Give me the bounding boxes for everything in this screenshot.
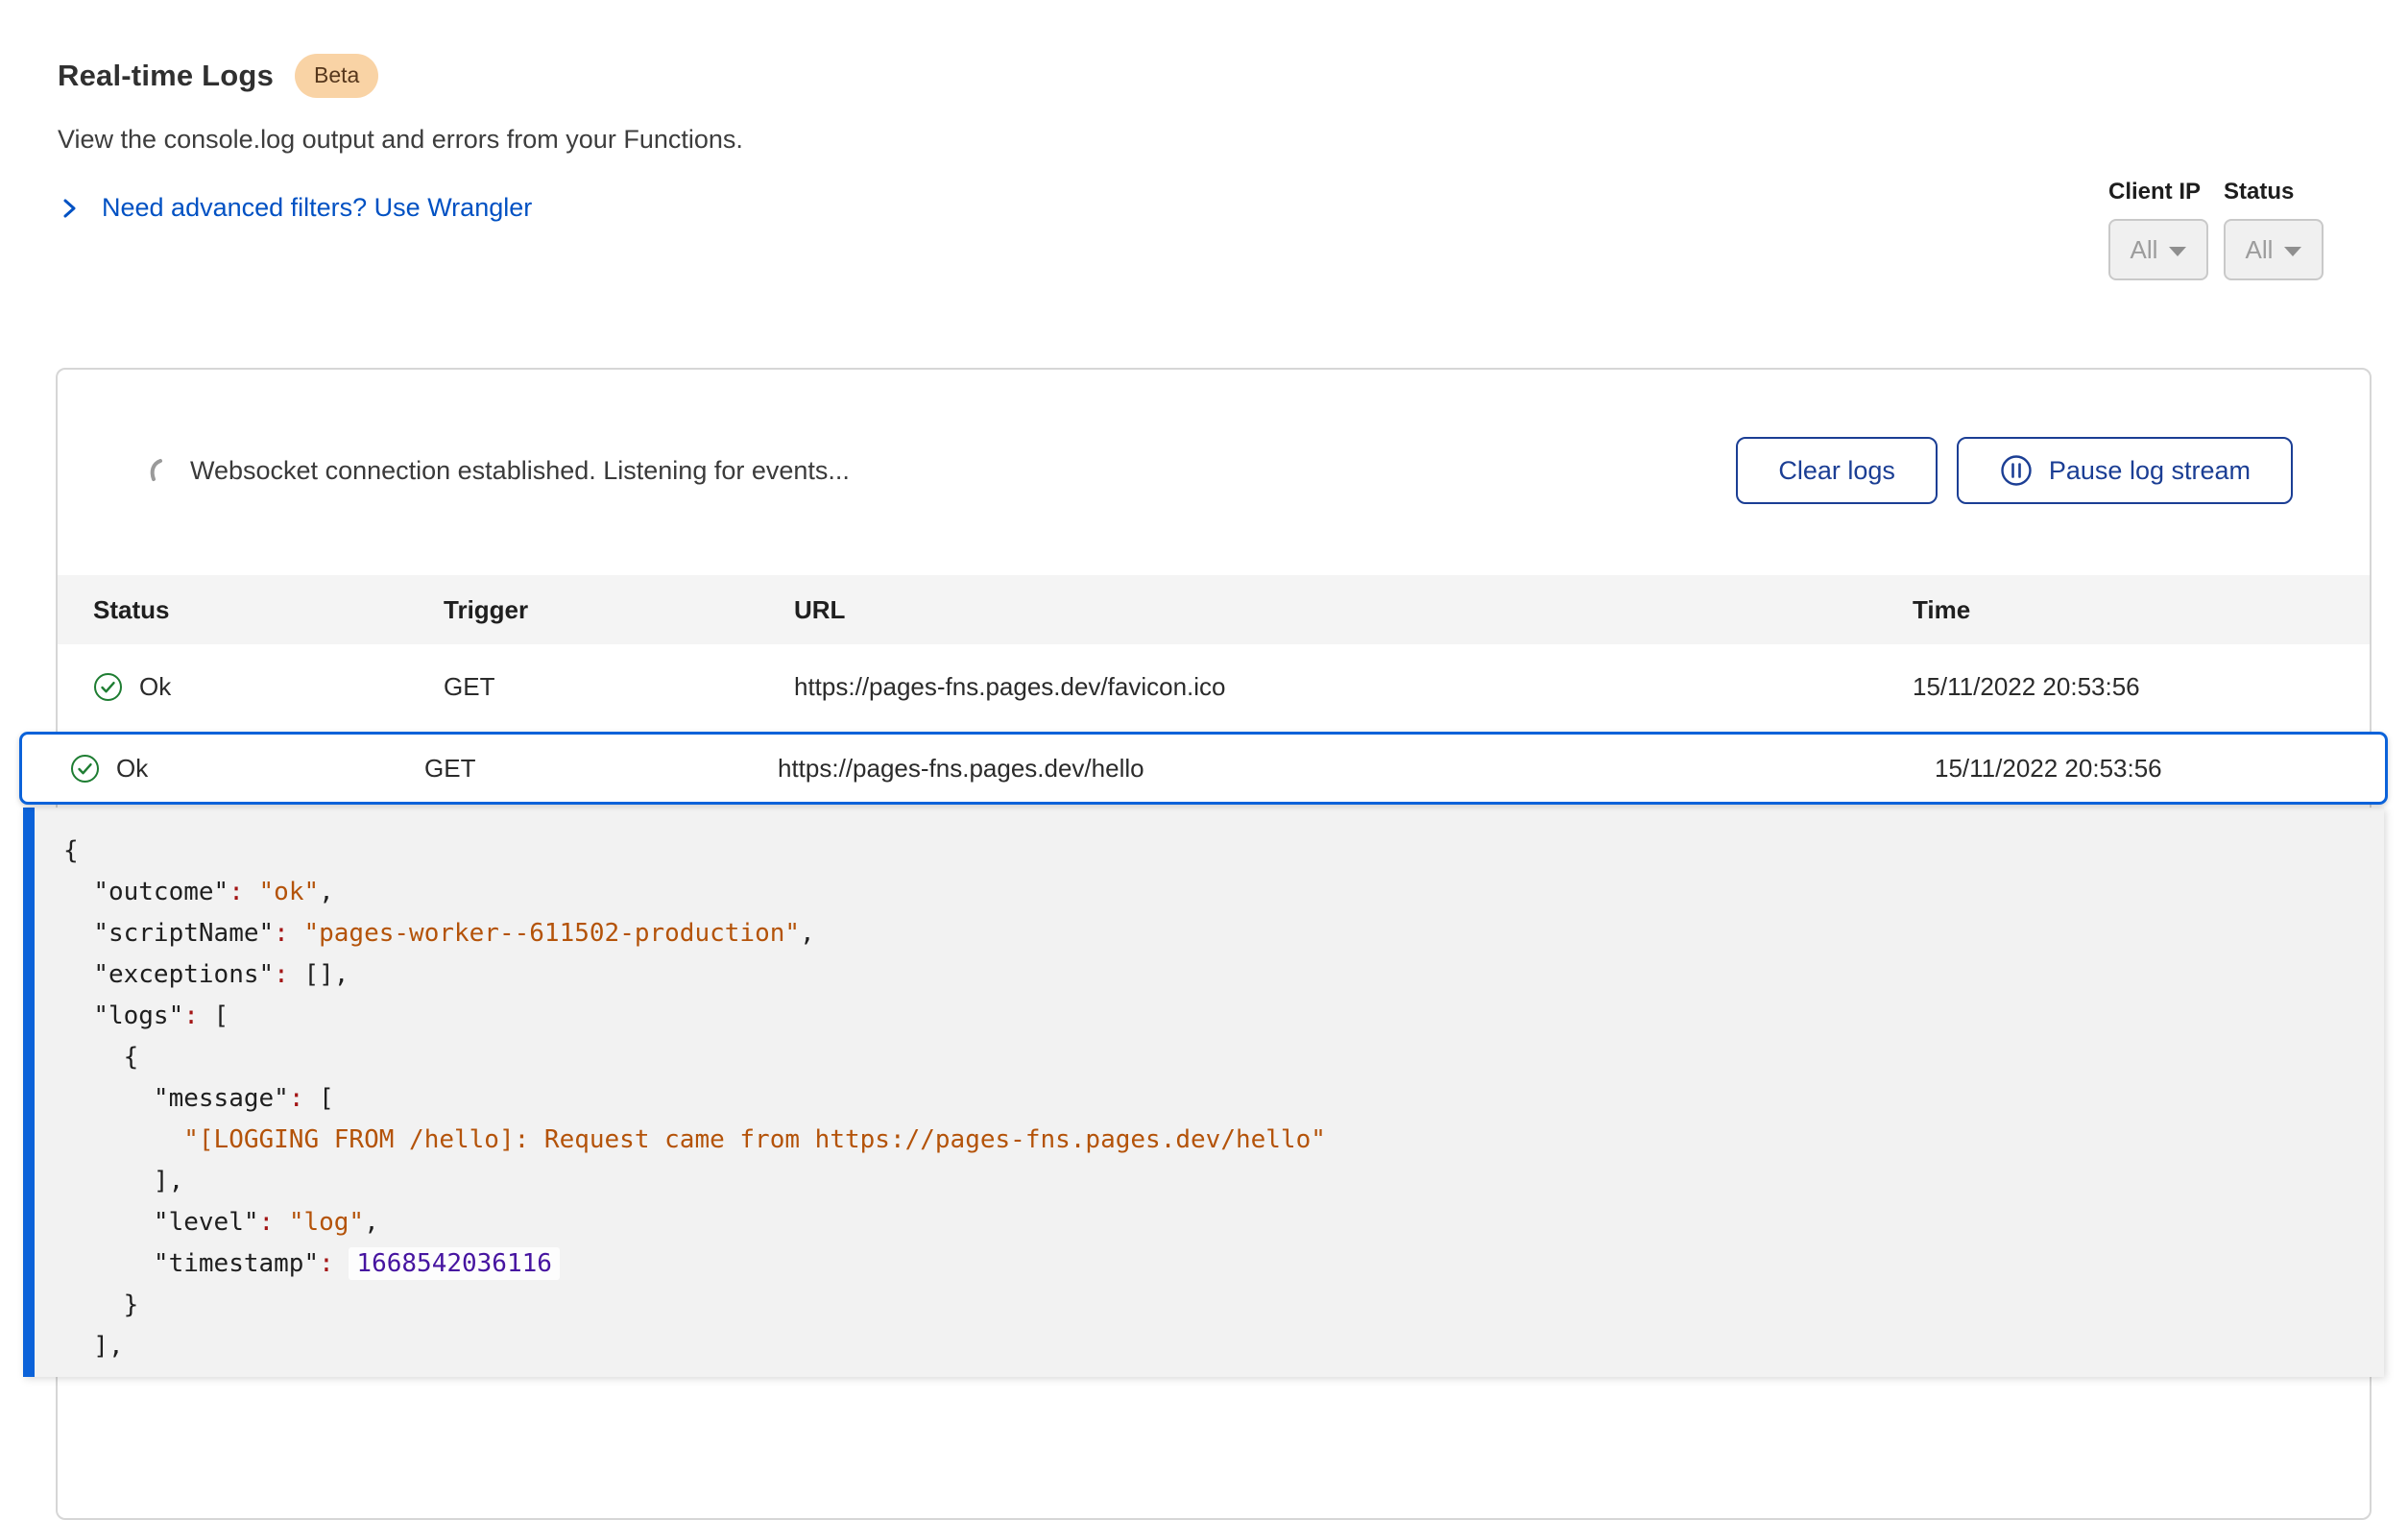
log-json: { "outcome": "ok", "scriptName": "pages-… bbox=[35, 808, 2384, 1367]
status-ok-icon bbox=[93, 672, 123, 702]
log-row-url: https://pages-fns.pages.dev/hello bbox=[778, 754, 1935, 784]
log-filters: Client IP All Status All bbox=[2108, 179, 2324, 280]
log-row-url: https://pages-fns.pages.dev/favicon.ico bbox=[794, 672, 1913, 702]
column-header-url: URL bbox=[794, 595, 1913, 625]
log-row[interactable]: Ok GET https://pages-fns.pages.dev/favic… bbox=[58, 644, 2370, 729]
log-row-trigger: GET bbox=[444, 672, 794, 702]
log-row-trigger: GET bbox=[424, 754, 778, 784]
log-row-time: 15/11/2022 20:53:56 bbox=[1913, 672, 2370, 702]
status-filter-value: All bbox=[2246, 235, 2274, 265]
log-row-selected[interactable]: Ok GET https://pages-fns.pages.dev/hello… bbox=[19, 732, 2388, 805]
pause-log-stream-button[interactable]: Pause log stream bbox=[1957, 437, 2293, 504]
status-filter-dropdown[interactable]: All bbox=[2224, 219, 2324, 280]
chevron-right-icon bbox=[58, 197, 81, 220]
pause-icon bbox=[1999, 453, 2034, 488]
status-filter-label: Status bbox=[2224, 179, 2324, 205]
column-header-trigger: Trigger bbox=[444, 595, 794, 625]
client-ip-filter-dropdown[interactable]: All bbox=[2108, 219, 2208, 280]
log-detail-panel: { "outcome": "ok", "scriptName": "pages-… bbox=[23, 808, 2384, 1377]
logs-toolbar: Websocket connection established. Listen… bbox=[58, 370, 2370, 504]
column-header-status: Status bbox=[93, 595, 444, 625]
wrangler-link[interactable]: Need advanced filters? Use Wrangler bbox=[102, 193, 532, 223]
pause-log-stream-label: Pause log stream bbox=[2049, 456, 2251, 486]
clear-logs-button[interactable]: Clear logs bbox=[1736, 437, 1938, 504]
client-ip-filter-label: Client IP bbox=[2108, 179, 2208, 205]
page-subtitle: View the console.log output and errors f… bbox=[58, 125, 2408, 155]
log-row-status: Ok bbox=[139, 672, 171, 702]
log-table-header: Status Trigger URL Time bbox=[58, 575, 2370, 644]
connection-status: Websocket connection established. Listen… bbox=[190, 456, 850, 486]
status-ok-icon bbox=[70, 754, 100, 784]
beta-badge: Beta bbox=[295, 54, 378, 98]
clear-logs-label: Clear logs bbox=[1778, 456, 1895, 486]
column-header-time: Time bbox=[1913, 595, 2370, 625]
log-row-time: 15/11/2022 20:53:56 bbox=[1935, 754, 2385, 784]
caret-down-icon bbox=[2284, 247, 2301, 256]
caret-down-icon bbox=[2169, 247, 2186, 256]
page-header: Real-time Logs Beta View the console.log… bbox=[0, 0, 2408, 223]
client-ip-filter-value: All bbox=[2131, 235, 2158, 265]
spinner-icon bbox=[144, 455, 167, 486]
page-title: Real-time Logs bbox=[58, 59, 274, 93]
log-row-status: Ok bbox=[116, 754, 148, 784]
